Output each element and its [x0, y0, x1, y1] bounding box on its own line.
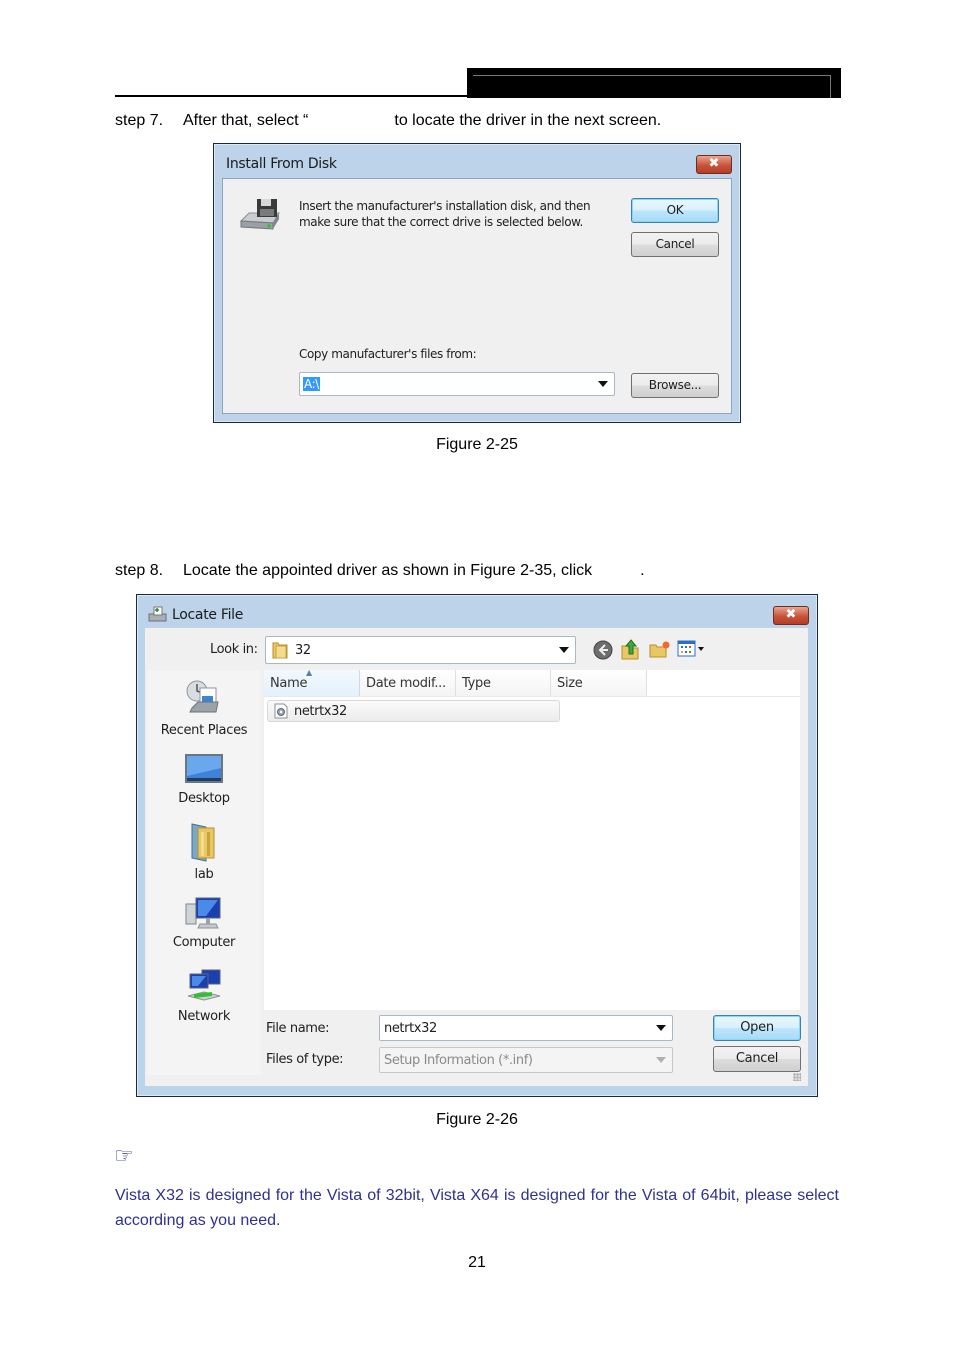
file-type-value: Setup Information (*.inf): [384, 1053, 533, 1068]
chevron-down-icon: [598, 381, 608, 387]
copy-from-value: A:\: [303, 377, 320, 391]
place-recent-places[interactable]: Recent Places: [149, 678, 259, 738]
cancel-button[interactable]: Cancel: [713, 1046, 801, 1072]
header-bar: [467, 68, 841, 98]
step-text-before: After that, select “: [183, 112, 309, 129]
place-label: Computer: [172, 935, 236, 950]
place-label: Recent Places: [160, 723, 248, 738]
look-in-label: Look in:: [210, 642, 258, 657]
place-lab[interactable]: lab: [149, 822, 259, 882]
up-folder-icon[interactable]: [621, 638, 641, 660]
floppy-drive-icon: [239, 199, 280, 230]
cancel-button[interactable]: Cancel: [631, 232, 719, 257]
look-in-value: 32: [295, 643, 311, 658]
dialog-client: Look in: 32 Recent Places Desktop lab Co…: [145, 628, 808, 1086]
place-label: lab: [194, 867, 214, 882]
back-icon[interactable]: [593, 640, 613, 660]
install-from-disk-dialog: Install From Disk ✖ Insert the manufactu…: [213, 143, 741, 423]
figure-caption: Figure 2-26: [436, 1111, 518, 1128]
step-8: step 8. Locate the appointed driver as sh…: [115, 561, 645, 581]
close-button[interactable]: ✖: [696, 155, 732, 174]
chevron-down-icon: [559, 647, 569, 653]
close-icon: ✖: [708, 156, 720, 171]
recent-places-icon: [186, 680, 219, 713]
column-header-date-modified[interactable]: Date modif...: [360, 670, 456, 696]
locate-file-icon: [148, 606, 167, 622]
instruction-line-2: make sure that the correct drive is sele…: [299, 215, 583, 229]
file-name-value: netrtx32: [384, 1021, 437, 1036]
step-text-before: Locate the appointed driver as shown in …: [183, 562, 593, 579]
place-network[interactable]: Network: [149, 968, 259, 1024]
column-header-type[interactable]: Type: [456, 670, 551, 696]
browse-button[interactable]: Browse...: [631, 373, 719, 398]
close-icon: ✖: [785, 607, 797, 622]
close-button[interactable]: ✖: [773, 606, 809, 625]
column-label: Type: [462, 676, 491, 691]
open-button[interactable]: Open: [713, 1015, 801, 1041]
sort-ascending-icon: ▲: [306, 668, 312, 677]
figure-caption: Figure 2-25: [436, 436, 518, 453]
resize-grip[interactable]: [793, 1073, 801, 1081]
file-name-label: File name:: [266, 1021, 330, 1036]
desktop-icon: [185, 754, 223, 783]
network-icon: [187, 969, 221, 1001]
dialog-client: Insert the manufacturer's installation d…: [222, 178, 732, 414]
column-label: Size: [557, 676, 583, 691]
place-label: Network: [177, 1009, 231, 1024]
place-label: Desktop: [178, 791, 230, 806]
file-type-label: Files of type:: [266, 1052, 344, 1067]
folder-icon: [272, 642, 288, 659]
views-menu-button[interactable]: [677, 640, 707, 658]
column-headers: Name ▲ Date modif... Type Size: [264, 668, 800, 697]
instruction-text: Insert the manufacturer's installation d…: [299, 198, 591, 230]
step-7: step 7. After that, select “ to locate the…: [115, 111, 661, 131]
step-text-after: .: [640, 562, 645, 579]
column-header-name[interactable]: Name ▲: [264, 668, 360, 696]
scrollbar[interactable]: [800, 670, 806, 1010]
step-number: step 7.: [115, 112, 164, 129]
computer-icon: [185, 897, 221, 929]
chevron-down-icon: [656, 1025, 666, 1031]
step-number: step 8.: [115, 562, 164, 579]
note-text: Vista X32 is designed for the Vista of 3…: [115, 1187, 839, 1229]
pointing-hand-icon: ☞: [114, 1143, 134, 1168]
file-list[interactable]: Name ▲ Date modif... Type Size netrtx32: [264, 668, 800, 1010]
file-type-select[interactable]: Setup Information (*.inf): [379, 1047, 673, 1073]
column-header-size[interactable]: Size: [551, 670, 647, 696]
file-row[interactable]: netrtx32: [267, 700, 560, 722]
instruction-line-1: Insert the manufacturer's installation d…: [299, 199, 591, 213]
copy-from-label: Copy manufacturer's files from:: [299, 347, 477, 361]
file-name: netrtx32: [294, 704, 347, 719]
places-bar: Recent Places Desktop lab Computer Netwo…: [147, 670, 261, 1075]
place-desktop[interactable]: Desktop: [149, 752, 259, 806]
chevron-down-icon: [656, 1057, 666, 1063]
setup-info-file-icon: [274, 703, 288, 719]
header-rule: [115, 95, 467, 97]
copy-from-combo[interactable]: A:\: [299, 372, 615, 396]
user-folder-icon: [191, 823, 215, 862]
place-computer[interactable]: Computer: [149, 896, 259, 950]
views-menu-icon: [677, 640, 704, 657]
dialog-title: Install From Disk: [226, 156, 337, 172]
dialog-title: Locate File: [172, 607, 244, 623]
new-folder-icon[interactable]: [649, 640, 671, 658]
file-name-input[interactable]: netrtx32: [379, 1015, 673, 1041]
page-number: 21: [468, 1254, 486, 1271]
locate-file-dialog: Locate File ✖ Look in: 32 Recent Places …: [136, 594, 818, 1097]
step-text-after: to locate the driver in the next screen.: [394, 112, 662, 129]
ok-button[interactable]: OK: [631, 198, 719, 223]
column-label: Name: [270, 676, 308, 691]
column-label: Date modif...: [366, 676, 446, 691]
